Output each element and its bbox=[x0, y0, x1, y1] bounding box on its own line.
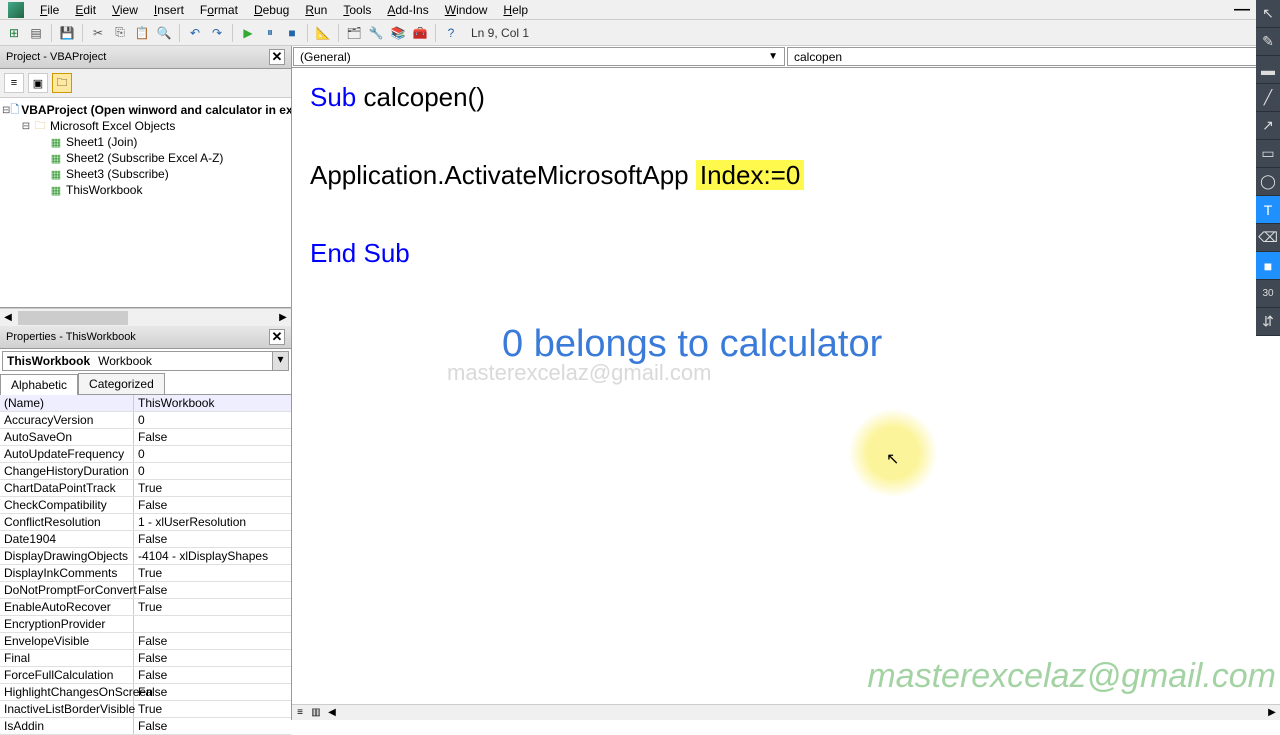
properties-icon[interactable]: 🔧 bbox=[366, 23, 386, 43]
app-icon bbox=[8, 2, 24, 18]
rect-tool-icon[interactable]: ▭ bbox=[1256, 140, 1280, 168]
highlighted-parameter: Index:=0 bbox=[696, 160, 804, 190]
pointer-tool-icon[interactable]: ↖ bbox=[1256, 0, 1280, 28]
find-icon[interactable]: 🔍 bbox=[154, 23, 174, 43]
property-row[interactable]: EncryptionProvider bbox=[0, 616, 291, 633]
help-icon[interactable]: ? bbox=[441, 23, 461, 43]
property-row[interactable]: IsAddinFalse bbox=[0, 718, 291, 735]
design-mode-icon[interactable]: 📐 bbox=[313, 23, 333, 43]
project-explorer-pane: Project - VBAProject ✕ ≡ ▣ 🗀 ⊟ 🗋 VBAProj… bbox=[0, 46, 291, 326]
property-row[interactable]: FinalFalse bbox=[0, 650, 291, 667]
property-row[interactable]: EnableAutoRecoverTrue bbox=[0, 599, 291, 616]
copy-icon[interactable]: ⎘ bbox=[110, 23, 130, 43]
properties-object-combo[interactable]: ThisWorkbook Workbook ▾ bbox=[2, 351, 289, 371]
save-icon[interactable]: 💾 bbox=[57, 23, 77, 43]
more-tools-icon[interactable]: ⇵ bbox=[1256, 308, 1280, 336]
insert-module-icon[interactable]: ▤ bbox=[26, 23, 46, 43]
toolbar: ⊞ ▤ 💾 ✂ ⎘ 📋 🔍 ↶ ↷ ▶ ⏸ ■ 📐 🗂 🔧 📚 🧰 ? Ln 9… bbox=[0, 20, 1280, 46]
text-tool-icon[interactable]: T bbox=[1256, 196, 1280, 224]
tab-alphabetic[interactable]: Alphabetic bbox=[0, 374, 78, 395]
property-row[interactable]: DisplayInkCommentsTrue bbox=[0, 565, 291, 582]
menubar: File Edit View Insert Format Debug Run T… bbox=[0, 0, 1280, 20]
ellipse-tool-icon[interactable]: ◯ bbox=[1256, 168, 1280, 196]
tree-sheet2[interactable]: ▦ Sheet2 (Subscribe Excel A-Z) bbox=[2, 150, 289, 166]
annotation-toolbar: ↖ ✎ ▬ ╱ ↗ ▭ ◯ T ⌫ ■ 30 ⇵ bbox=[1256, 0, 1280, 336]
project-hscroll[interactable]: ◀▶ bbox=[0, 308, 291, 326]
property-row[interactable]: Date1904False bbox=[0, 531, 291, 548]
redo-icon[interactable]: ↷ bbox=[207, 23, 227, 43]
menu-format[interactable]: Format bbox=[192, 1, 246, 19]
tree-thisworkbook[interactable]: ▦ ThisWorkbook bbox=[2, 182, 289, 198]
mouse-cursor-icon: ↖ bbox=[886, 448, 899, 472]
paste-icon[interactable]: 📋 bbox=[132, 23, 152, 43]
minimize-button[interactable]: — bbox=[1234, 1, 1250, 19]
close-properties-pane[interactable]: ✕ bbox=[269, 329, 285, 345]
property-row[interactable]: ConflictResolution1 - xlUserResolution bbox=[0, 514, 291, 531]
property-row[interactable]: AutoSaveOnFalse bbox=[0, 429, 291, 446]
eraser-tool-icon[interactable]: ⌫ bbox=[1256, 224, 1280, 252]
view-object-icon[interactable]: ▣ bbox=[28, 73, 48, 93]
view-code-icon[interactable]: ≡ bbox=[4, 73, 24, 93]
tree-folder[interactable]: ⊟ 🗀 Microsoft Excel Objects bbox=[2, 118, 289, 134]
menu-insert[interactable]: Insert bbox=[146, 1, 192, 19]
menu-edit[interactable]: Edit bbox=[67, 1, 104, 19]
object-browser-icon[interactable]: 📚 bbox=[388, 23, 408, 43]
reset-icon[interactable]: ■ bbox=[282, 23, 302, 43]
project-pane-title: Project - VBAProject bbox=[6, 51, 106, 63]
menu-help[interactable]: Help bbox=[495, 1, 536, 19]
properties-pane-title: Properties - ThisWorkbook bbox=[6, 331, 136, 343]
property-row[interactable]: AutoUpdateFrequency0 bbox=[0, 446, 291, 463]
cut-icon[interactable]: ✂ bbox=[88, 23, 108, 43]
property-row[interactable]: (Name)ThisWorkbook bbox=[0, 395, 291, 412]
menu-window[interactable]: Window bbox=[437, 1, 496, 19]
arrow-tool-icon[interactable]: ↗ bbox=[1256, 112, 1280, 140]
property-row[interactable]: CheckCompatibilityFalse bbox=[0, 497, 291, 514]
property-row[interactable]: InactiveListBorderVisibleTrue bbox=[0, 701, 291, 718]
watermark-green: masterexcelaz@gmail.com bbox=[867, 651, 1276, 702]
menu-file[interactable]: File bbox=[32, 1, 67, 19]
code-editor[interactable]: Sub calcopen() Application.ActivateMicro… bbox=[292, 68, 1280, 704]
watermark-faint: masterexcelaz@gmail.com bbox=[447, 356, 711, 389]
code-area: (General)▼ calcopen▼ Sub calcopen() Appl… bbox=[292, 46, 1280, 720]
run-icon[interactable]: ▶ bbox=[238, 23, 258, 43]
properties-grid[interactable]: (Name)ThisWorkbookAccuracyVersion0AutoSa… bbox=[0, 395, 291, 735]
tree-sheet1[interactable]: ▦ Sheet1 (Join) bbox=[2, 134, 289, 150]
toggle-folders-icon[interactable]: 🗀 bbox=[52, 73, 72, 93]
tree-sheet3[interactable]: ▦ Sheet3 (Subscribe) bbox=[2, 166, 289, 182]
property-row[interactable]: ForceFullCalculationFalse bbox=[0, 667, 291, 684]
cursor-position: Ln 9, Col 1 bbox=[471, 26, 529, 40]
property-row[interactable]: AccuracyVersion0 bbox=[0, 412, 291, 429]
highlighter-tool-icon[interactable]: ▬ bbox=[1256, 56, 1280, 84]
property-row[interactable]: ChartDataPointTrackTrue bbox=[0, 480, 291, 497]
break-icon[interactable]: ⏸ bbox=[260, 23, 280, 43]
property-row[interactable]: HighlightChangesOnScreenFalse bbox=[0, 684, 291, 701]
line-tool-icon[interactable]: ╱ bbox=[1256, 84, 1280, 112]
project-tree[interactable]: ⊟ 🗋 VBAProject (Open winword and calcula… bbox=[0, 98, 291, 308]
menu-debug[interactable]: Debug bbox=[246, 1, 297, 19]
close-project-pane[interactable]: ✕ bbox=[269, 49, 285, 65]
menu-run[interactable]: Run bbox=[297, 1, 335, 19]
code-hscroll[interactable]: ≡▥◀▶ bbox=[292, 704, 1280, 720]
size-value[interactable]: 30 bbox=[1256, 280, 1280, 308]
properties-pane: Properties - ThisWorkbook ✕ ThisWorkbook… bbox=[0, 326, 291, 735]
project-explorer-icon[interactable]: 🗂 bbox=[344, 23, 364, 43]
procedure-combo[interactable]: calcopen▼ bbox=[787, 47, 1279, 66]
toolbox-icon[interactable]: 🧰 bbox=[410, 23, 430, 43]
excel-icon[interactable]: ⊞ bbox=[4, 23, 24, 43]
undo-icon[interactable]: ↶ bbox=[185, 23, 205, 43]
tab-categorized[interactable]: Categorized bbox=[78, 373, 165, 394]
object-combo[interactable]: (General)▼ bbox=[293, 47, 785, 66]
property-row[interactable]: DisplayDrawingObjects-4104 - xlDisplaySh… bbox=[0, 548, 291, 565]
menu-tools[interactable]: Tools bbox=[335, 1, 379, 19]
property-row[interactable]: DoNotPromptForConvertFalse bbox=[0, 582, 291, 599]
menu-view[interactable]: View bbox=[104, 1, 146, 19]
color-swatch[interactable]: ■ bbox=[1256, 252, 1280, 280]
property-row[interactable]: ChangeHistoryDuration0 bbox=[0, 463, 291, 480]
pen-tool-icon[interactable]: ✎ bbox=[1256, 28, 1280, 56]
menu-addins[interactable]: Add-Ins bbox=[379, 1, 436, 19]
property-row[interactable]: EnvelopeVisibleFalse bbox=[0, 633, 291, 650]
